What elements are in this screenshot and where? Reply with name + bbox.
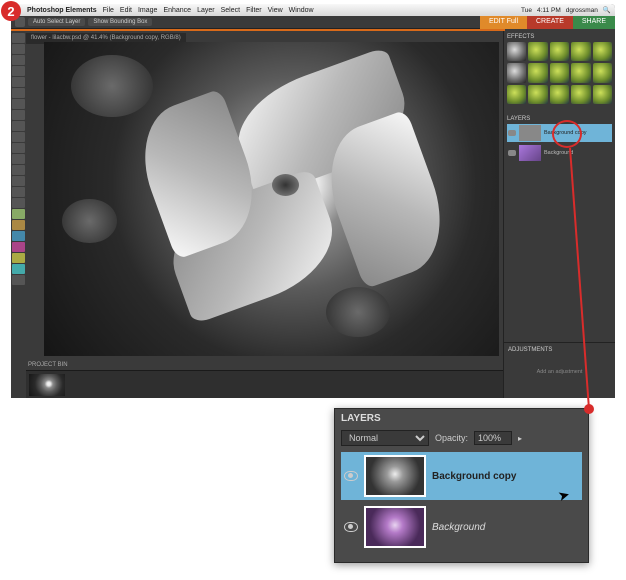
redeye-tool[interactable] [12, 154, 25, 164]
layer-name[interactable]: Background copy [432, 471, 516, 482]
fx-thumb[interactable] [571, 63, 590, 82]
spotlight-icon[interactable]: 🔍 [603, 6, 611, 14]
layer-row-mini[interactable]: Background [507, 144, 612, 162]
callout-title: LAYERS [335, 409, 588, 428]
panels-column: EFFECTS [503, 31, 615, 398]
magic-wand-tool[interactable] [12, 99, 25, 109]
visibility-icon[interactable] [508, 130, 516, 136]
marquee-tool[interactable] [12, 77, 25, 87]
lasso-tool[interactable] [12, 88, 25, 98]
image-content [44, 42, 499, 356]
user-name: dgrossman [566, 7, 598, 14]
brush-tool[interactable] [12, 198, 25, 208]
layers-panel-callout: LAYERS Normal Opacity: ▸ Background copy… [334, 408, 589, 563]
menu-file[interactable]: File [103, 7, 114, 14]
fx-thumb[interactable] [571, 85, 590, 104]
fx-thumb[interactable] [528, 85, 547, 104]
mac-menubar:  Photoshop Elements File Edit Image Enh… [11, 4, 615, 16]
layer-row[interactable]: Background [341, 503, 582, 551]
visibility-icon[interactable] [344, 522, 358, 532]
layer-row[interactable]: Background copy [341, 452, 582, 500]
menu-layer[interactable]: Layer [197, 7, 215, 14]
layer-thumb-mini[interactable] [519, 145, 541, 161]
toolbox [11, 31, 26, 398]
paint-bucket-tool[interactable] [12, 220, 25, 230]
layer-thumbnail[interactable] [364, 506, 426, 548]
layer-name-mini[interactable]: Background [544, 150, 573, 156]
effects-title: EFFECTS [507, 34, 612, 40]
bin-thumb[interactable] [29, 374, 65, 396]
adjustments-title: ADJUSTMENTS [508, 347, 611, 353]
menu-enhance[interactable]: Enhance [163, 7, 191, 14]
type-tool[interactable] [12, 121, 25, 131]
tab-share[interactable]: SHARE [573, 16, 615, 29]
move-tool[interactable] [12, 33, 25, 43]
canvas[interactable] [44, 42, 499, 356]
option-btn-1[interactable]: Auto Select Layer [28, 18, 85, 26]
clock-time: 4:11 PM [537, 7, 561, 14]
fx-thumb[interactable] [507, 42, 526, 61]
callout-endpoint-dot [584, 404, 594, 414]
blend-mode-select[interactable]: Normal [341, 430, 429, 446]
menu-image[interactable]: Image [138, 7, 157, 14]
clone-tool[interactable] [12, 176, 25, 186]
blur-tool[interactable] [12, 253, 25, 263]
app-window:  Photoshop Elements File Edit Image Enh… [11, 4, 615, 398]
fx-thumb[interactable] [550, 42, 569, 61]
fx-thumb[interactable] [528, 63, 547, 82]
option-btn-2[interactable]: Show Bounding Box [88, 18, 152, 26]
gradient-tool[interactable] [12, 231, 25, 241]
smart-brush-tool[interactable] [12, 209, 25, 219]
fx-thumb[interactable] [507, 63, 526, 82]
highlight-circle [552, 120, 582, 148]
shape-tool[interactable] [12, 242, 25, 252]
sponge-tool[interactable] [12, 264, 25, 274]
opacity-label: Opacity: [435, 433, 468, 443]
menu-edit[interactable]: Edit [120, 7, 132, 14]
tab-create[interactable]: CREATE [527, 16, 573, 29]
fx-thumb[interactable] [571, 42, 590, 61]
canvas-area: flower - lilacbw.psd @ 41.4% (Background… [26, 31, 503, 398]
opacity-input[interactable] [474, 431, 512, 445]
fx-thumb[interactable] [550, 63, 569, 82]
visibility-icon[interactable] [508, 150, 516, 156]
hand-tool[interactable] [12, 55, 25, 65]
fx-thumb[interactable] [593, 63, 612, 82]
layer-thumbnail[interactable] [364, 455, 426, 497]
foreground-color[interactable] [12, 275, 25, 285]
fx-thumb[interactable] [593, 85, 612, 104]
crop-tool[interactable] [12, 132, 25, 142]
tab-edit[interactable]: EDIT Full [480, 16, 527, 29]
quick-select-tool[interactable] [12, 110, 25, 120]
visibility-icon[interactable] [344, 471, 358, 481]
opacity-slider-icon[interactable]: ▸ [518, 434, 522, 443]
eyedropper-tool[interactable] [12, 66, 25, 76]
adjustments-hint: Add an adjustment [508, 369, 611, 375]
fx-thumb[interactable] [507, 85, 526, 104]
menu-select[interactable]: Select [221, 7, 240, 14]
mode-tabs: EDIT Full CREATE SHARE [480, 16, 615, 29]
effects-panel: EFFECTS [504, 31, 615, 107]
menu-filter[interactable]: Filter [246, 7, 262, 14]
layer-thumb-mini[interactable] [519, 125, 541, 141]
menu-view[interactable]: View [268, 7, 283, 14]
layer-name[interactable]: Background [432, 522, 485, 533]
menu-window[interactable]: Window [289, 7, 314, 14]
project-bin [26, 370, 503, 398]
cookie-cutter-tool[interactable] [12, 143, 25, 153]
clock-day: Tue [521, 7, 532, 14]
fx-thumb[interactable] [593, 42, 612, 61]
zoom-tool[interactable] [12, 44, 25, 54]
fx-thumb[interactable] [528, 42, 547, 61]
fx-thumb[interactable] [550, 85, 569, 104]
project-bin-label: PROJECT BIN [28, 362, 68, 368]
step-badge: 2 [1, 1, 21, 21]
app-menu[interactable]: Photoshop Elements [27, 7, 97, 14]
eraser-tool[interactable] [12, 187, 25, 197]
adjustments-panel: ADJUSTMENTS Add an adjustment [504, 342, 615, 398]
healing-tool[interactable] [12, 165, 25, 175]
